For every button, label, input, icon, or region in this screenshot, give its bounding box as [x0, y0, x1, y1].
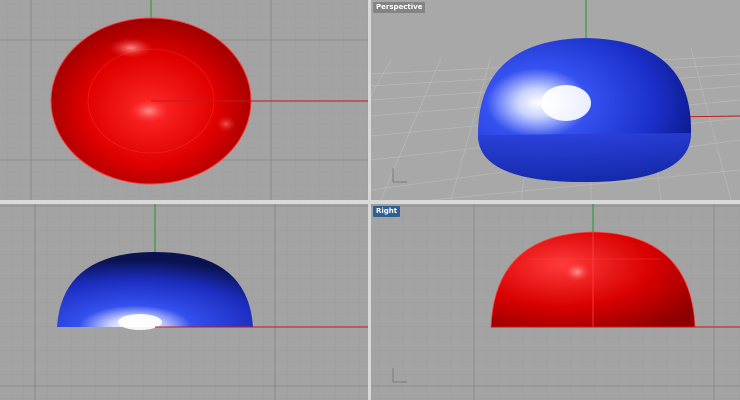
viewport-top-canvas[interactable] — [0, 0, 368, 200]
viewport-perspective-label[interactable]: Perspective — [373, 2, 426, 13]
viewport-right[interactable]: Right — [370, 203, 740, 400]
viewport-front-canvas[interactable] — [0, 204, 368, 400]
viewport-splitter-horizontal[interactable] — [0, 200, 740, 204]
viewport-perspective[interactable]: Perspective — [370, 0, 740, 201]
blue-dome-perspective[interactable] — [478, 38, 692, 182]
viewport-top[interactable] — [0, 0, 369, 201]
viewport-front[interactable] — [0, 203, 369, 400]
viewport-perspective-canvas[interactable] — [371, 0, 740, 200]
viewport-workspace: Perspective Right — [0, 0, 740, 400]
viewport-right-canvas[interactable] — [371, 204, 740, 400]
viewport-right-label[interactable]: Right — [373, 206, 401, 217]
